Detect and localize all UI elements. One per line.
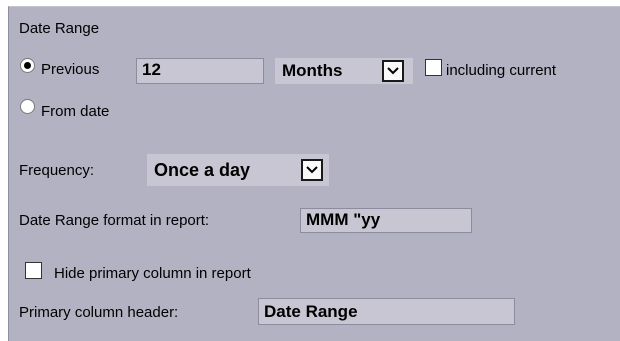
unit-select-value: Months <box>282 61 343 80</box>
chevron-down-icon[interactable] <box>301 159 323 181</box>
date-range-heading: Date Range <box>19 20 100 37</box>
primary-header-input[interactable]: Date Range <box>258 298 515 325</box>
primary-header-label: Primary column header: <box>19 304 179 321</box>
radio-selected-dot <box>24 62 31 69</box>
hide-primary-label: Hide primary column in report <box>54 265 251 282</box>
including-current-label: including current <box>446 62 557 79</box>
chevron-down-icon[interactable] <box>382 60 404 82</box>
frequency-label: Frequency: <box>19 162 95 179</box>
report-settings-panel: Date Range Previous 12 Months including … <box>8 6 620 341</box>
previous-label: Previous <box>41 61 100 78</box>
date-format-input[interactable]: MMM "yy <box>300 208 472 233</box>
date-format-label: Date Range format in report: <box>19 212 210 229</box>
from-date-radio[interactable] <box>20 99 35 114</box>
hide-primary-checkbox[interactable] <box>25 262 42 279</box>
frequency-select-value: Once a day <box>154 160 251 180</box>
from-date-label: From date <box>41 103 110 120</box>
previous-count-input[interactable]: 12 <box>136 58 264 84</box>
previous-radio[interactable] <box>20 58 35 73</box>
including-current-checkbox[interactable] <box>425 59 442 76</box>
